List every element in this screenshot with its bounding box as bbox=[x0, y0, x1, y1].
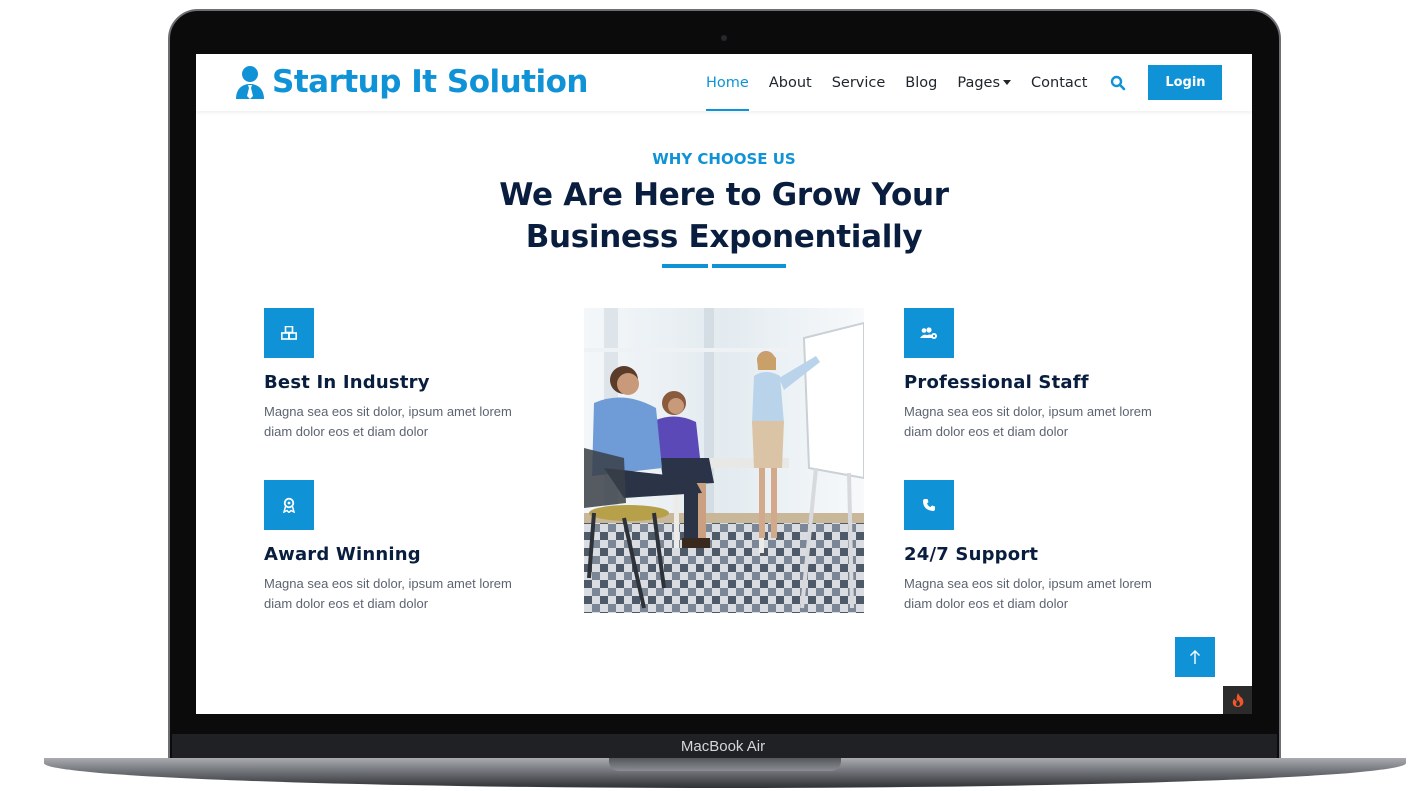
nav-contact[interactable]: Contact bbox=[1031, 54, 1087, 111]
nav-pages-dropdown[interactable]: Pages bbox=[957, 54, 1012, 111]
device-label: MacBook Air bbox=[680, 738, 766, 755]
navbar: Startup It Solution Home About Service B… bbox=[196, 54, 1252, 111]
title-divider-left bbox=[662, 264, 708, 268]
nav-service[interactable]: Service bbox=[832, 54, 886, 111]
user-tie-icon bbox=[236, 66, 264, 99]
back-to-top-button[interactable] bbox=[1175, 637, 1215, 677]
flame-icon bbox=[1232, 693, 1243, 707]
feature-text: Magna sea eos sit dolor, ipsum amet lore… bbox=[904, 404, 1152, 439]
caret-down-icon bbox=[1003, 80, 1012, 85]
award-icon bbox=[283, 497, 295, 513]
section-title: We Are Here to Grow Your Business Expone… bbox=[499, 177, 949, 255]
nav-about[interactable]: About bbox=[769, 54, 812, 111]
feature-best-in-industry: Best In Industry Magna sea eos sit dolor… bbox=[264, 308, 564, 442]
feature-text: Magna sea eos sit dolor, ipsum amet lore… bbox=[264, 576, 512, 611]
brand-logo[interactable]: Startup It Solution bbox=[234, 62, 589, 102]
cubes-icon bbox=[281, 326, 297, 340]
login-button[interactable]: Login bbox=[1148, 65, 1223, 100]
feature-text: Magna sea eos sit dolor, ipsum amet lore… bbox=[904, 576, 1152, 611]
nav-home[interactable]: Home bbox=[706, 54, 749, 111]
arrow-up-icon bbox=[1190, 650, 1200, 664]
nav-pages-label: Pages bbox=[957, 74, 1001, 91]
feature-title: Award Winning bbox=[264, 544, 421, 565]
feature-professional-staff: Professional Staff Magna sea eos sit dol… bbox=[904, 308, 1204, 442]
feature-icon-box bbox=[904, 480, 954, 530]
brand-name: Startup It Solution bbox=[272, 64, 589, 100]
users-gear-icon bbox=[920, 326, 937, 339]
feature-title: Best In Industry bbox=[264, 372, 430, 393]
laptop-notch bbox=[609, 758, 841, 771]
title-divider-right bbox=[712, 264, 786, 268]
main-nav: Home About Service Blog Pages Contact Lo… bbox=[706, 54, 1223, 111]
extension-badge[interactable] bbox=[1223, 686, 1252, 714]
feature-text: Magna sea eos sit dolor, ipsum amet lore… bbox=[264, 404, 512, 439]
feature-icon-box bbox=[904, 308, 954, 358]
nav-blog[interactable]: Blog bbox=[905, 54, 937, 111]
feature-title: 24/7 Support bbox=[904, 544, 1039, 565]
feature-support: 24/7 Support Magna sea eos sit dolor, ip… bbox=[904, 480, 1204, 614]
website-screen: Startup It Solution Home About Service B… bbox=[196, 54, 1252, 714]
search-icon[interactable] bbox=[1110, 75, 1126, 91]
section-subtitle: WHY CHOOSE US bbox=[652, 150, 796, 168]
feature-icon-box bbox=[264, 308, 314, 358]
office-meeting-photo bbox=[584, 308, 864, 613]
phone-icon bbox=[923, 499, 935, 511]
feature-title: Professional Staff bbox=[904, 372, 1089, 393]
camera-dot bbox=[721, 35, 727, 41]
feature-award-winning: Award Winning Magna sea eos sit dolor, i… bbox=[264, 480, 564, 614]
feature-icon-box bbox=[264, 480, 314, 530]
